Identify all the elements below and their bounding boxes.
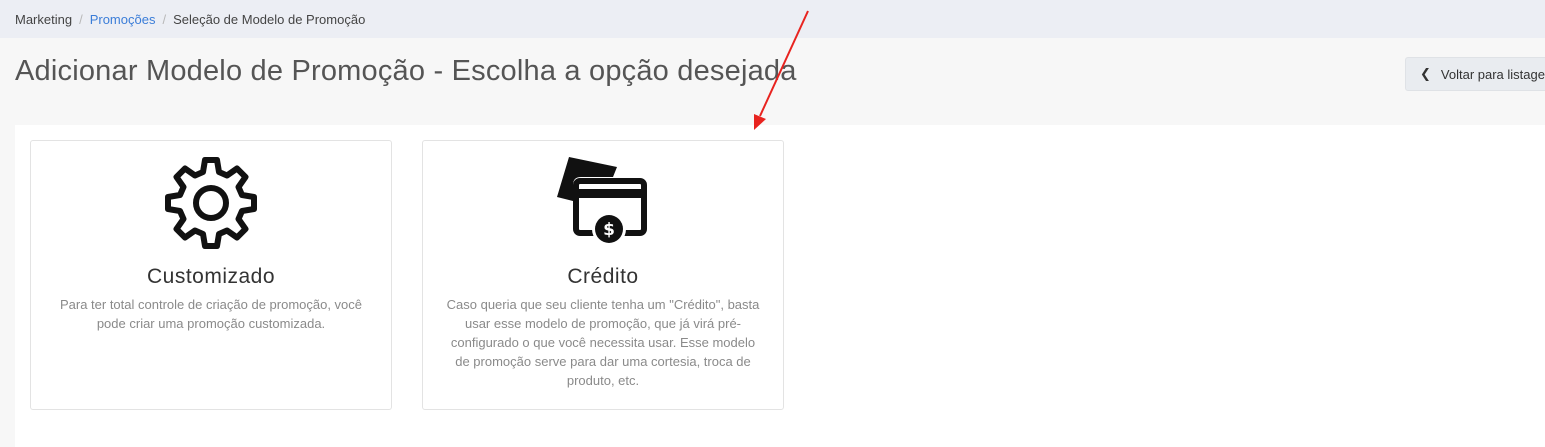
credit-card-dollar-icon: $: [423, 155, 783, 251]
card-customizado[interactable]: Customizado Para ter total controle de c…: [30, 140, 392, 410]
card-title: Customizado: [146, 265, 276, 288]
chevron-left-icon: ❮: [1420, 66, 1431, 81]
svg-text:$: $: [603, 220, 615, 240]
card-description: Para ter total controle de criação de pr…: [59, 297, 363, 331]
breadcrumb: Marketing / Promoções / Seleção de Model…: [0, 0, 1545, 38]
breadcrumb-item-marketing[interactable]: Marketing: [15, 12, 72, 27]
breadcrumb-item-promocoes[interactable]: Promoções: [90, 12, 156, 27]
page-title: Adicionar Modelo de Promoção - Escolha a…: [15, 55, 797, 87]
back-to-list-button[interactable]: ❮ Voltar para listagem: [1405, 57, 1545, 91]
card-title: Crédito: [567, 265, 639, 288]
back-button-label: Voltar para listagem: [1440, 66, 1545, 82]
breadcrumb-separator: /: [79, 11, 83, 27]
gear-icon: [31, 155, 391, 251]
card-credito[interactable]: $ Crédito Caso queria que seu cliente te…: [422, 140, 784, 410]
breadcrumb-item-current: Seleção de Modelo de Promoção: [173, 11, 366, 27]
breadcrumb-separator: /: [162, 11, 167, 27]
card-description: Caso queria que seu cliente tenha um "Cr…: [446, 297, 760, 388]
